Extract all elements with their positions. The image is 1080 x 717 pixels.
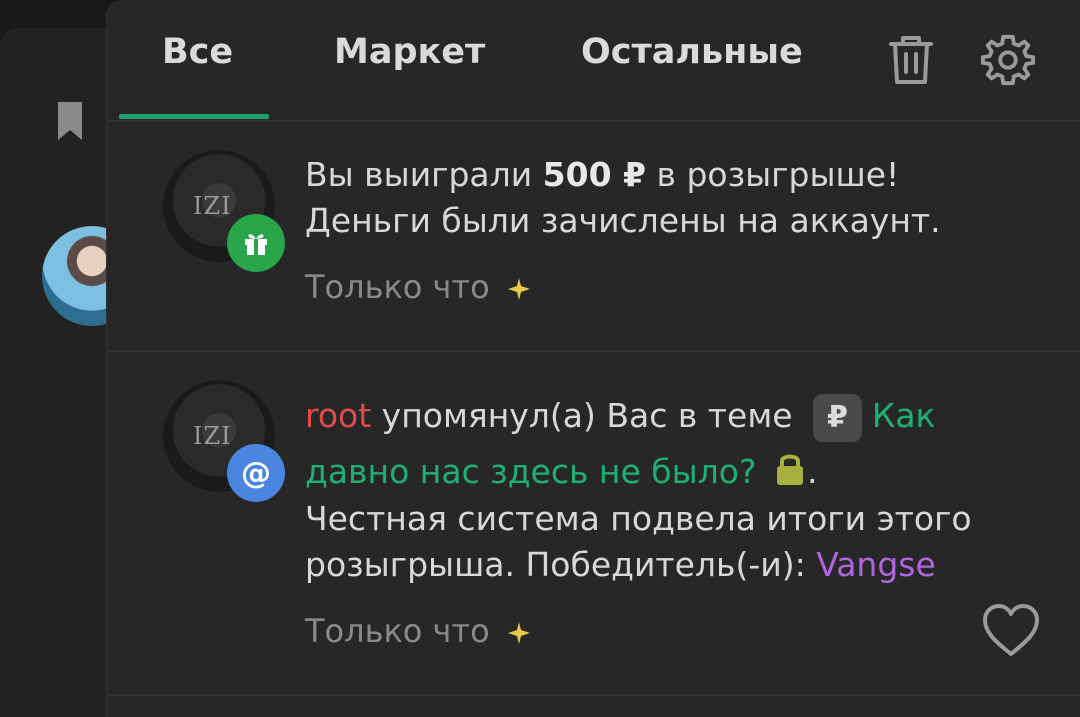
message-prefix: Вы выиграли (305, 155, 543, 194)
gift-icon (245, 234, 267, 255)
tab-market[interactable]: Маркет (334, 32, 485, 72)
mention-action: упомянул(а) Вас в теме (371, 396, 804, 435)
gift-badge (227, 214, 285, 272)
message-suffix: в розыгрыше! (646, 155, 900, 194)
mention-badge: @ (227, 444, 285, 502)
body-line1: Честная система подвела итоги этого (305, 499, 972, 538)
bookmark-icon[interactable] (56, 100, 84, 142)
thread-link-part2[interactable]: давно нас здесь не было? (305, 452, 757, 491)
at-icon: @ (241, 455, 271, 491)
lock-icon (777, 454, 803, 485)
avatar-mark: IZI (193, 192, 232, 220)
timestamp: Только что (305, 612, 530, 650)
heart-icon[interactable] (981, 602, 1041, 658)
gear-icon[interactable] (979, 32, 1037, 88)
active-tab-indicator (119, 114, 269, 119)
notification-item[interactable]: IZI @ root упомянул(а) Вас в теме ₽ Как д… (107, 352, 1080, 696)
timestamp: Только что (305, 268, 530, 306)
avatar-mark: IZI (193, 422, 232, 450)
winner-link[interactable]: Vangse (816, 545, 936, 584)
body-line2: розыгрыша. Победитель(-и): (305, 545, 817, 584)
trash-icon[interactable] (885, 32, 937, 88)
sparkle-icon (507, 622, 530, 644)
notification-text: Вы выиграли 500 ₽ в розыгрыше! Деньги бы… (305, 152, 1065, 244)
username-link[interactable]: root (305, 396, 371, 435)
tab-other[interactable]: Остальные (581, 32, 803, 72)
sparkle-icon (507, 278, 530, 300)
prize-amount: 500 ₽ (542, 155, 647, 194)
timestamp-text: Только что (305, 612, 490, 650)
thread-link-part1[interactable]: Как (872, 396, 936, 435)
sentence-end: . (807, 452, 818, 491)
notifications-panel: Все Маркет Остальные IZI Вы выиграли 500… (106, 0, 1080, 717)
tab-all[interactable]: Все (162, 32, 233, 72)
notification-item[interactable]: IZI Вы выиграли 500 ₽ в розыгрыше! Деньг… (107, 122, 1080, 352)
timestamp-text: Только что (305, 268, 490, 306)
notification-body: Честная система подвела итоги этого розы… (305, 496, 1065, 588)
thread-prefix-badge: ₽ (813, 394, 862, 442)
message-line2: Деньги были зачислены на аккаунт. (305, 201, 941, 240)
left-sidebar (0, 28, 142, 717)
divider (107, 694, 1080, 696)
tab-bar: Все Маркет Остальные (107, 0, 1080, 122)
notification-text: root упомянул(а) Вас в теме ₽ Как давно н… (305, 388, 1065, 500)
